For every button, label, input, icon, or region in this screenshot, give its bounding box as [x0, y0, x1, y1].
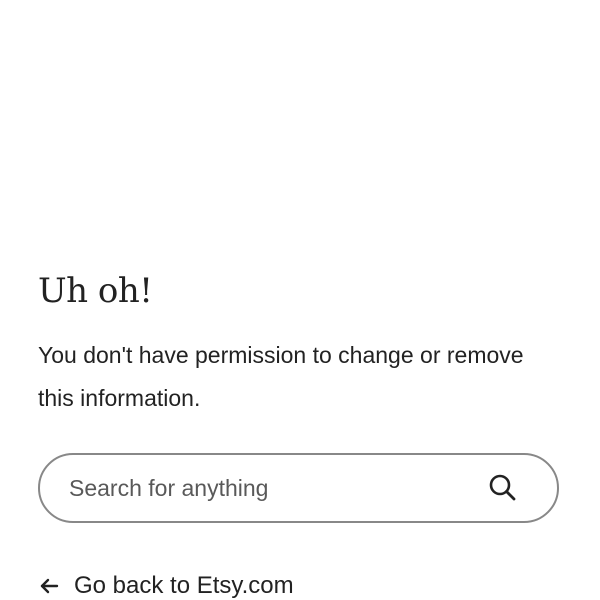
search-button[interactable]	[483, 468, 523, 508]
back-link-label: Go back to Etsy.com	[74, 572, 294, 599]
page-title: Uh oh!	[38, 271, 153, 311]
back-to-etsy-link[interactable]: Go back to Etsy.com	[38, 566, 294, 600]
error-message: You don't have permission to change or r…	[38, 342, 524, 411]
search-bar	[38, 453, 559, 523]
error-content: Uh oh! You don't have permission to chan…	[38, 268, 568, 420]
search-input[interactable]	[40, 455, 483, 521]
search-icon	[489, 474, 516, 501]
arrow-left-icon	[38, 575, 60, 597]
